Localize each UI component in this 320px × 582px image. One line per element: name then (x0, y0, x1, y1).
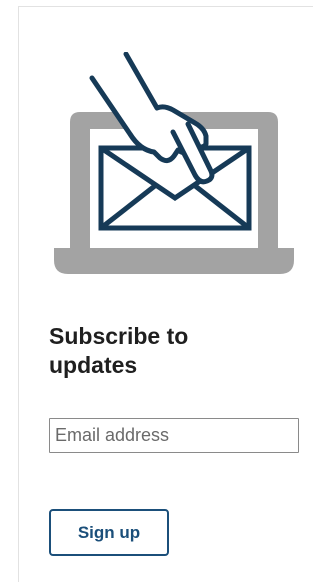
sign-up-button[interactable]: Sign up (49, 509, 169, 556)
subscribe-title: Subscribe to updates (49, 323, 189, 378)
email-field[interactable] (49, 418, 299, 453)
subscribe-illustration (54, 52, 294, 274)
envelope-icon (98, 145, 252, 231)
